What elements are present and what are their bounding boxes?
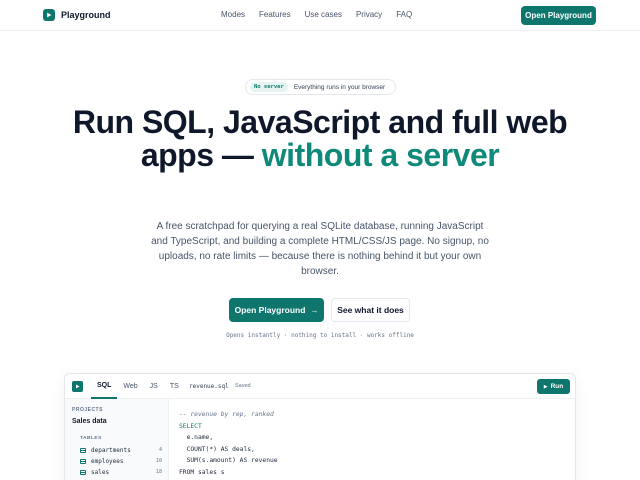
tab-sql[interactable]: SQL <box>91 374 118 399</box>
nav-link-modes[interactable]: Modes <box>221 10 245 19</box>
tab-web[interactable]: Web <box>117 374 143 399</box>
nav-links: Modes Features Use cases Privacy FAQ <box>221 10 426 19</box>
code-line: SELECT <box>179 422 202 430</box>
table-item-departments[interactable]: departments 4 <box>80 445 162 455</box>
code-line: COUNT(*) AS deals, <box>179 445 255 453</box>
app-preview: SQL Web JS TS revenue.sql Saved ▶ Run PR… <box>64 373 576 480</box>
brand-name: Playground <box>61 10 111 20</box>
file-status: Saved <box>235 383 251 389</box>
open-playground-button[interactable]: Open Playground → <box>229 298 324 322</box>
table-icon <box>80 469 86 475</box>
table-row-count: 4 <box>158 447 162 453</box>
pill-text: Everything runs in your browser <box>293 83 386 91</box>
nav-link-use-cases[interactable]: Use cases <box>305 10 342 19</box>
hero-subtext: A free scratchpad for querying a real SQ… <box>151 221 489 277</box>
app-play-logo-icon <box>72 381 83 392</box>
hero-headline: Run SQL, JavaScript and full web apps — … <box>60 106 580 172</box>
project-sidebar: PROJECTS Sales data TABLES departments 4… <box>65 399 169 480</box>
run-label: Run <box>550 383 564 390</box>
code-line: SUM(s.amount) AS revenue <box>179 457 278 464</box>
table-row-count: 18 <box>155 469 162 475</box>
top-nav: Playground Modes Features Use cases Priv… <box>0 0 640 31</box>
open-playground-label: Open Playground <box>234 305 306 315</box>
tables-heading: TABLES <box>80 436 102 441</box>
projects-heading: PROJECTS <box>72 407 103 413</box>
pill-tag: No server <box>250 82 288 92</box>
nav-link-privacy[interactable]: Privacy <box>356 10 382 19</box>
play-logo-icon <box>43 9 55 21</box>
nav-link-features[interactable]: Features <box>259 10 291 19</box>
table-name: employees <box>91 457 124 465</box>
table-item-employees[interactable]: employees 10 <box>80 456 162 466</box>
tab-js[interactable]: JS <box>144 374 164 399</box>
run-button[interactable]: ▶ Run <box>537 379 570 394</box>
code-line: -- revenue by rep, ranked <box>179 411 274 418</box>
play-icon: ▶ <box>543 383 548 390</box>
see-what-it-does-button[interactable]: See what it does <box>331 298 410 322</box>
mode-tabs: SQL Web JS TS <box>91 374 185 399</box>
hero-microcopy: Opens instantly · nothing to install · w… <box>226 332 414 339</box>
nav-link-faq[interactable]: FAQ <box>396 10 412 19</box>
tab-ts[interactable]: TS <box>164 374 185 399</box>
code-editor[interactable]: -- revenue by rep, ranked SELECT e.name,… <box>179 409 278 478</box>
table-row-count: 10 <box>155 458 162 464</box>
table-item-sales[interactable]: sales 18 <box>80 467 162 477</box>
no-server-pill: No server Everything runs in your browse… <box>245 79 396 95</box>
table-name: departments <box>91 446 131 454</box>
project-name[interactable]: Sales data <box>72 418 107 425</box>
code-line: e.name, <box>179 434 214 441</box>
app-toolbar: SQL Web JS TS revenue.sql Saved ▶ Run <box>65 374 575 399</box>
open-playground-nav-button[interactable]: Open Playground <box>521 6 596 25</box>
file-name: revenue.sql <box>189 383 229 390</box>
code-line: FROM sales s <box>179 468 225 476</box>
arrow-right-icon: → <box>310 305 319 315</box>
brand[interactable]: Playground <box>43 9 111 21</box>
table-name: sales <box>91 468 110 476</box>
headline-accent: without a server <box>261 137 500 173</box>
table-icon <box>80 458 86 464</box>
table-icon <box>80 447 86 453</box>
